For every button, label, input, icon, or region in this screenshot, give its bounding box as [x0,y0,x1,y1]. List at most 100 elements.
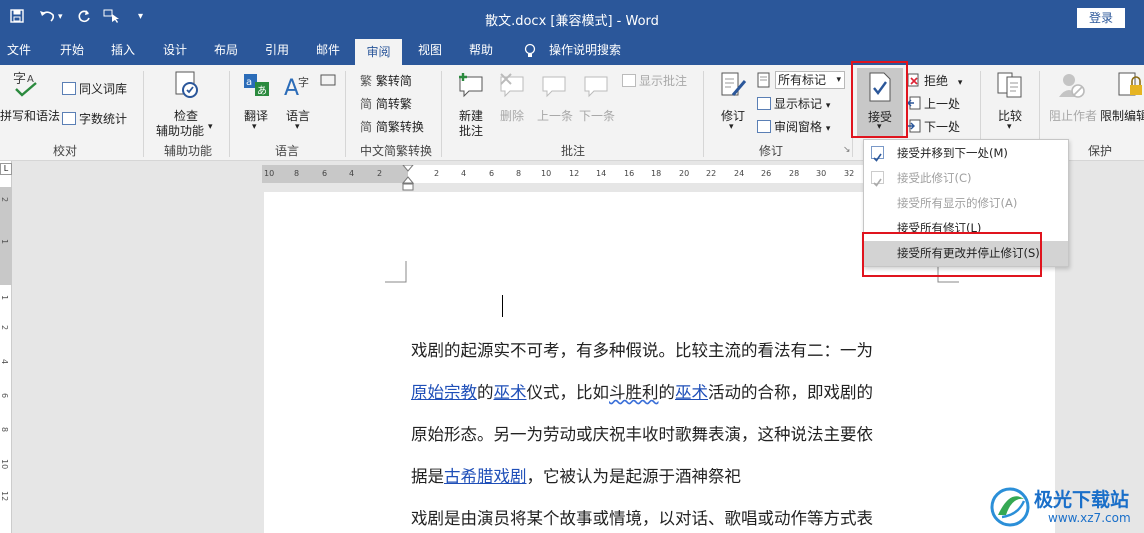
chinese-conversion-button[interactable]: 简 简繁转换 [360,118,424,135]
next-comment-button[interactable]: 下一条 [579,107,615,124]
menu-item-accept-all-shown[interactable]: 接受所有显示的修订(A) [864,191,1068,216]
tab-home[interactable]: 开始 [52,37,92,65]
tab-insert[interactable]: 插入 [103,37,143,65]
previous-change-label: 上一处 [924,97,961,111]
group-divider [441,71,442,157]
watermark-url: www.xz7.com [1048,511,1131,525]
spelling-flagged-text[interactable]: 斗胜利 [609,383,659,402]
markup-view-value: 所有标记 [778,73,827,87]
delete-comment-icon [500,73,524,98]
tell-me-search[interactable]: 操作说明搜索 [545,37,625,65]
vertical-ruler: L 2 1 1 2 4 6 8 10 12 [0,161,12,533]
delete-comment-button[interactable]: 删除 [500,107,524,124]
reject-button[interactable]: 拒绝 ▾ [907,72,962,89]
menu-item-accept-and-move-next[interactable]: 接受并移到下一处(M) [864,141,1068,166]
ruler-tick: 14 [596,169,607,178]
lightbulb-icon [520,37,540,65]
thesaurus-label: 同义词库 [79,82,128,96]
restrict-editing-button[interactable]: 限制编辑 [1100,107,1144,124]
to-simplified-label: 繁转简 [375,74,412,88]
reviewing-pane-button[interactable]: 审阅窗格 ▾ [757,118,830,135]
text-span: ，它被认为是起源于酒神祭祀 [526,467,742,486]
ruler-tick: 2 [0,197,9,203]
to-traditional-label: 简转繁 [375,97,412,111]
ruler-tick: 4 [461,169,467,178]
tab-file[interactable]: 文件 [0,37,38,65]
dialog-launcher-icon[interactable]: ↘ [843,145,851,155]
previous-change-button[interactable]: 上一处 [907,95,960,112]
group-divider [143,71,144,157]
next-change-icon [908,119,921,133]
ruler-tick: 12 [569,169,580,178]
compare-icon [997,72,1022,98]
next-change-label: 下一处 [924,120,961,134]
next-change-button[interactable]: 下一处 [907,118,960,135]
link-witchcraft[interactable]: 巫术 [494,383,527,402]
accessibility-check-icon [175,71,198,98]
tab-help[interactable]: 帮助 [461,37,501,65]
thesaurus-button[interactable]: 同义词库 [62,80,127,97]
chevron-down-icon: ▾ [825,101,831,111]
group-label-chinese: 中文简繁转换 [359,144,432,158]
svg-text:あ: あ [257,85,267,97]
ruler-tick: 6 [322,169,328,178]
ruler-tick: 4 [0,359,9,365]
ruler-tick: 22 [706,169,717,178]
tab-mailings[interactable]: 邮件 [308,37,348,65]
block-authors-button[interactable]: 阻止作者 [1049,107,1097,124]
reject-label: 拒绝 [924,74,949,88]
svg-text:a: a [246,77,252,88]
word-count-button[interactable]: 字数统计 [62,110,127,127]
ruler-tick: 4 [349,169,355,178]
chevron-down-icon: ▾ [729,122,734,132]
traditional-to-simplified-button[interactable]: 繁 繁转简 [360,72,412,89]
link-ancient-greek-drama[interactable]: 古希腊戏剧 [444,467,527,486]
ruler-tick: 2 [434,169,440,178]
spelling-icon: 字A [13,72,37,97]
tab-selector[interactable]: L [0,163,12,175]
document-line-5: 戏剧是由演员将某个故事或情境，以对话、歌唱或动作等方式表 [411,509,873,528]
menu-item-label: 接受并移到下一处(M) [897,146,1008,160]
crop-mark-left [385,261,407,283]
accessibility-check-line2[interactable]: 辅助功能 [156,122,204,139]
tab-references[interactable]: 引用 [257,37,297,65]
indent-marker[interactable] [402,165,414,191]
tab-review[interactable]: 审阅 [355,37,402,65]
menu-item-accept-this-change[interactable]: 接受此修订(C) [864,166,1068,191]
spelling-grammar-button[interactable]: 拼写和语法 [0,107,60,124]
link-primitive-religion[interactable]: 原始宗教 [411,383,477,402]
tab-design[interactable]: 设计 [155,37,195,65]
tab-layout[interactable]: 布局 [206,37,246,65]
previous-comment-button[interactable]: 上一条 [537,107,573,124]
conversion-icon: 繁 [360,74,373,88]
ruler-tick: 6 [489,169,495,178]
text-cursor [502,295,503,317]
group-label-comments: 批注 [560,144,585,158]
markup-view-select[interactable]: 所有标记 ▾ [775,71,845,89]
ruler-tick: 24 [734,169,745,178]
show-markup-button[interactable]: 显示标记 ▾ [757,95,830,112]
thesaurus-icon [62,82,76,95]
block-authors-icon [1059,74,1085,98]
svg-text:字: 字 [298,75,309,89]
ruler-tick: 8 [294,169,300,178]
login-button[interactable]: 登录 [1077,8,1125,28]
svg-text:字: 字 [13,72,26,87]
document-line-2: 原始宗教的巫术仪式，比如斗胜利的巫术活动的合称，即戏剧的 [411,379,873,403]
chevron-down-icon: ▾ [208,122,213,132]
accept-check-icon [871,171,884,187]
link-witchcraft-2[interactable]: 巫术 [675,383,708,402]
show-comments-button[interactable]: 显示批注 [622,72,687,89]
ruler-tick: 1 [0,239,9,245]
conversion-icon: 简 [360,120,373,134]
ruler-tick: 16 [624,169,635,178]
simplified-to-traditional-button[interactable]: 简 简转繁 [360,95,412,112]
new-comment-line2[interactable]: 批注 [459,122,483,139]
left-margin-shade [262,165,408,183]
tab-view[interactable]: 视图 [410,37,450,65]
ruler-tick: 2 [0,325,9,331]
document-line-1: 戏剧的起源实不可考，有多种假说。比较主流的看法有二：一为 [411,341,873,360]
menu-item-label: 接受此修订(C) [897,171,972,185]
text-span: 仪式，比如 [526,383,610,402]
reject-icon [907,73,919,87]
